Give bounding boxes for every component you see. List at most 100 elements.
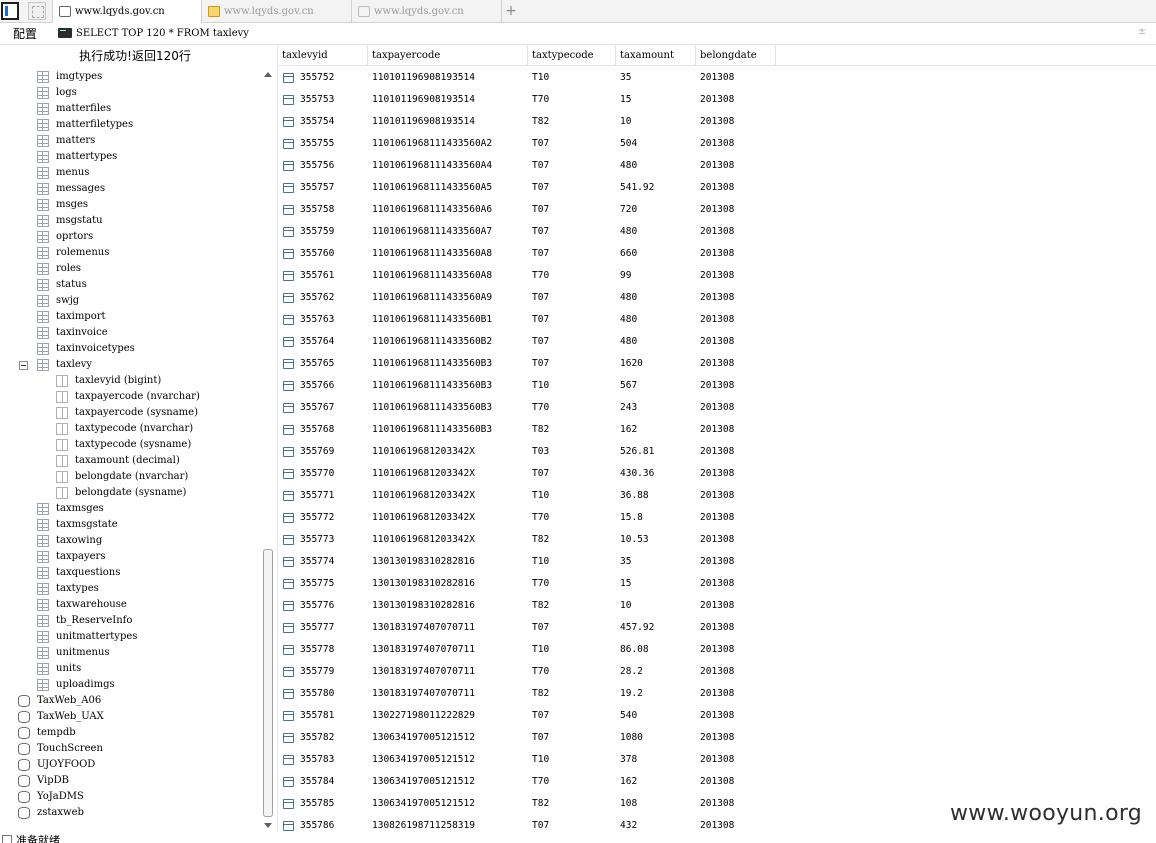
table-row[interactable]: 355759 1101061968111433560A7 T07 480 201308 [278, 221, 1156, 243]
browser-tab[interactable]: www.lqyds.gov.cn [52, 0, 202, 23]
tree-column-item[interactable]: belongdate (nvarchar) [0, 469, 262, 485]
tree-table-item[interactable]: taxmsgstate [0, 517, 262, 533]
table-row[interactable]: 355774 130130198310282816 T10 35 201308 [278, 551, 1156, 573]
table-row[interactable]: 355758 1101061968111433560A6 T07 720 201308 [278, 199, 1156, 221]
table-row[interactable]: 355778 130183197407070711 T10 86.08 201308 [278, 639, 1156, 661]
tree-column-item[interactable]: taxamount (decimal) [0, 453, 262, 469]
table-row[interactable]: 355760 1101061968111433560A8 T07 660 201308 [278, 243, 1156, 265]
tree-table-item[interactable]: messages [0, 181, 262, 197]
tree-column-item[interactable]: taxlevyid (bigint) [0, 373, 262, 389]
table-row[interactable]: 355763 1101061968111433560B1 T07 480 201308 [278, 309, 1156, 331]
sql-query-input[interactable] [76, 25, 1136, 43]
scrollbar-thumb[interactable] [263, 549, 273, 817]
table-row[interactable]: 355772 11010619681203342X T70 15.8 201308 [278, 507, 1156, 529]
tree-column-item[interactable]: taxtypecode (sysname) [0, 437, 262, 453]
table-row[interactable]: 355766 1101061968111433560B3 T10 567 201308 [278, 375, 1156, 397]
tree-table-item[interactable]: taxquestions [0, 565, 262, 581]
tree-table-item[interactable]: logs [0, 85, 262, 101]
column-header-taxlevyid[interactable]: taxlevyid [278, 45, 368, 66]
tree-database-item[interactable]: YoJaDMS [0, 789, 262, 805]
tree-table-item[interactable]: units [0, 661, 262, 677]
table-row[interactable]: 355771 11010619681203342X T10 36.88 201308 [278, 485, 1156, 507]
scroll-up-arrow-icon[interactable] [264, 72, 272, 77]
table-row[interactable]: 355783 130634197005121512 T10 378 201308 [278, 749, 1156, 771]
column-header-taxamount[interactable]: taxamount [616, 45, 696, 66]
collapse-toggle-icon[interactable] [19, 361, 28, 370]
browser-tab[interactable]: www.lqyds.gov.cn [202, 0, 352, 23]
table-row[interactable]: 355782 130634197005121512 T07 1080 201308 [278, 727, 1156, 749]
tree-table-item[interactable]: taxmsges [0, 501, 262, 517]
table-row[interactable]: 355770 11010619681203342X T07 430.36 201308 [278, 463, 1156, 485]
table-row[interactable]: 355768 1101061968111433560B3 T82 162 201308 [278, 419, 1156, 441]
tree-table-item[interactable]: status [0, 277, 262, 293]
table-row[interactable]: 355779 130183197407070711 T70 28.2 201308 [278, 661, 1156, 683]
table-row[interactable]: 355767 1101061968111433560B3 T70 243 201308 [278, 397, 1156, 419]
tree-column-item[interactable]: taxpayercode (nvarchar) [0, 389, 262, 405]
tree-database-item[interactable]: TaxWeb_A06 [0, 693, 262, 709]
tree-column-item[interactable]: taxpayercode (sysname) [0, 405, 262, 421]
tree-database-item[interactable]: tempdb [0, 725, 262, 741]
tree-database-item[interactable]: TaxWeb_UAX [0, 709, 262, 725]
tree-table-item[interactable]: msgstatu [0, 213, 262, 229]
tree-table-item[interactable]: matterfiletypes [0, 117, 262, 133]
tree-table-item[interactable]: tb_ReserveInfo [0, 613, 262, 629]
scroll-down-arrow-icon[interactable] [264, 823, 272, 828]
tree-table-item[interactable]: taxpayers [0, 549, 262, 565]
table-row[interactable]: 355757 1101061968111433560A5 T07 541.92 2013… [278, 177, 1156, 199]
tree-table-item[interactable]: msges [0, 197, 262, 213]
table-row[interactable]: 355761 1101061968111433560A8 T70 99 201308 [278, 265, 1156, 287]
browser-tab[interactable]: www.lqyds.gov.cn [352, 0, 502, 23]
tree-table-item[interactable]: oprtors [0, 229, 262, 245]
table-row[interactable]: 355755 1101061968111433560A2 T07 504 201308 [278, 133, 1156, 155]
table-row[interactable]: 355756 1101061968111433560A4 T07 480 201308 [278, 155, 1156, 177]
table-row[interactable]: 355754 110101196908193514 T82 10 201308 [278, 111, 1156, 133]
add-tab-button[interactable]: + [502, 2, 520, 20]
tree-database-item[interactable]: UJOYFOOD [0, 757, 262, 773]
tree-database-item[interactable]: VipDB [0, 773, 262, 789]
tree-table-item[interactable]: unitmattertypes [0, 629, 262, 645]
tree-database-item[interactable]: TouchScreen [0, 741, 262, 757]
tree-table-item[interactable]: swjg [0, 293, 262, 309]
table-row[interactable]: 355769 11010619681203342X T03 526.81 201308 [278, 441, 1156, 463]
table-row[interactable]: 355775 130130198310282816 T70 15 201308 [278, 573, 1156, 595]
table-row[interactable]: 355752 110101196908193514 T10 35 201308 [278, 67, 1156, 89]
expand-query-button[interactable]: ± [1136, 26, 1148, 40]
column-header-taxpayercode[interactable]: taxpayercode [368, 45, 528, 66]
tree-table-item[interactable]: taxowing [0, 533, 262, 549]
table-row[interactable]: 355776 130130198310282816 T82 10 201308 [278, 595, 1156, 617]
tree-table-item[interactable]: menus [0, 165, 262, 181]
tree-table-item-taxlevy[interactable]: taxlevy [0, 357, 262, 373]
config-button[interactable]: 配置 [0, 23, 50, 45]
table-row[interactable]: 355765 1101061968111433560B3 T07 1620 201308 [278, 353, 1156, 375]
table-row[interactable]: 355762 1101061968111433560A9 T07 480 201308 [278, 287, 1156, 309]
tree-table-item[interactable]: unitmenus [0, 645, 262, 661]
tree-table-item[interactable]: taxwarehouse [0, 597, 262, 613]
tree-table-item[interactable]: roles [0, 261, 262, 277]
table-row[interactable]: 355764 1101061968111433560B2 T07 480 201308 [278, 331, 1156, 353]
table-row[interactable]: 355753 110101196908193514 T70 15 201308 [278, 89, 1156, 111]
table-row[interactable]: 355784 130634197005121512 T70 162 201308 [278, 771, 1156, 793]
tree-column-item[interactable]: taxtypecode (nvarchar) [0, 421, 262, 437]
table-row[interactable]: 355781 130227198011222829 T07 540 201308 [278, 705, 1156, 727]
tree-database-item[interactable]: zstaxweb [0, 805, 262, 821]
tree-table-item[interactable]: taxtypes [0, 581, 262, 597]
tree-column-item[interactable]: belongdate (sysname) [0, 485, 262, 501]
tree-table-item[interactable]: imgtypes [0, 69, 262, 85]
tree-table-item[interactable]: taxinvoicetypes [0, 341, 262, 357]
tree-table-item[interactable]: taximport [0, 309, 262, 325]
column-header-taxtypecode[interactable]: taxtypecode [528, 45, 616, 66]
tree-table-item[interactable]: matterfiles [0, 101, 262, 117]
tree-table-item[interactable]: matters [0, 133, 262, 149]
tree-scrollbar[interactable] [262, 69, 274, 831]
database-icon [18, 727, 30, 739]
table-row[interactable]: 355773 11010619681203342X T82 10.53 201308 [278, 529, 1156, 551]
tree-table-item[interactable]: uploadimgs [0, 677, 262, 693]
new-blank-button[interactable] [28, 2, 46, 20]
table-row[interactable]: 355780 130183197407070711 T82 19.2 201308 [278, 683, 1156, 705]
tree-table-item[interactable]: mattertypes [0, 149, 262, 165]
tree-table-item[interactable]: rolemenus [0, 245, 262, 261]
table-row[interactable]: 355777 130183197407070711 T07 457.92 201308 [278, 617, 1156, 639]
column-header-belongdate[interactable]: belongdate [696, 45, 776, 66]
tree-table-item[interactable]: taxinvoice [0, 325, 262, 341]
app-menu-button[interactable] [1, 2, 19, 20]
